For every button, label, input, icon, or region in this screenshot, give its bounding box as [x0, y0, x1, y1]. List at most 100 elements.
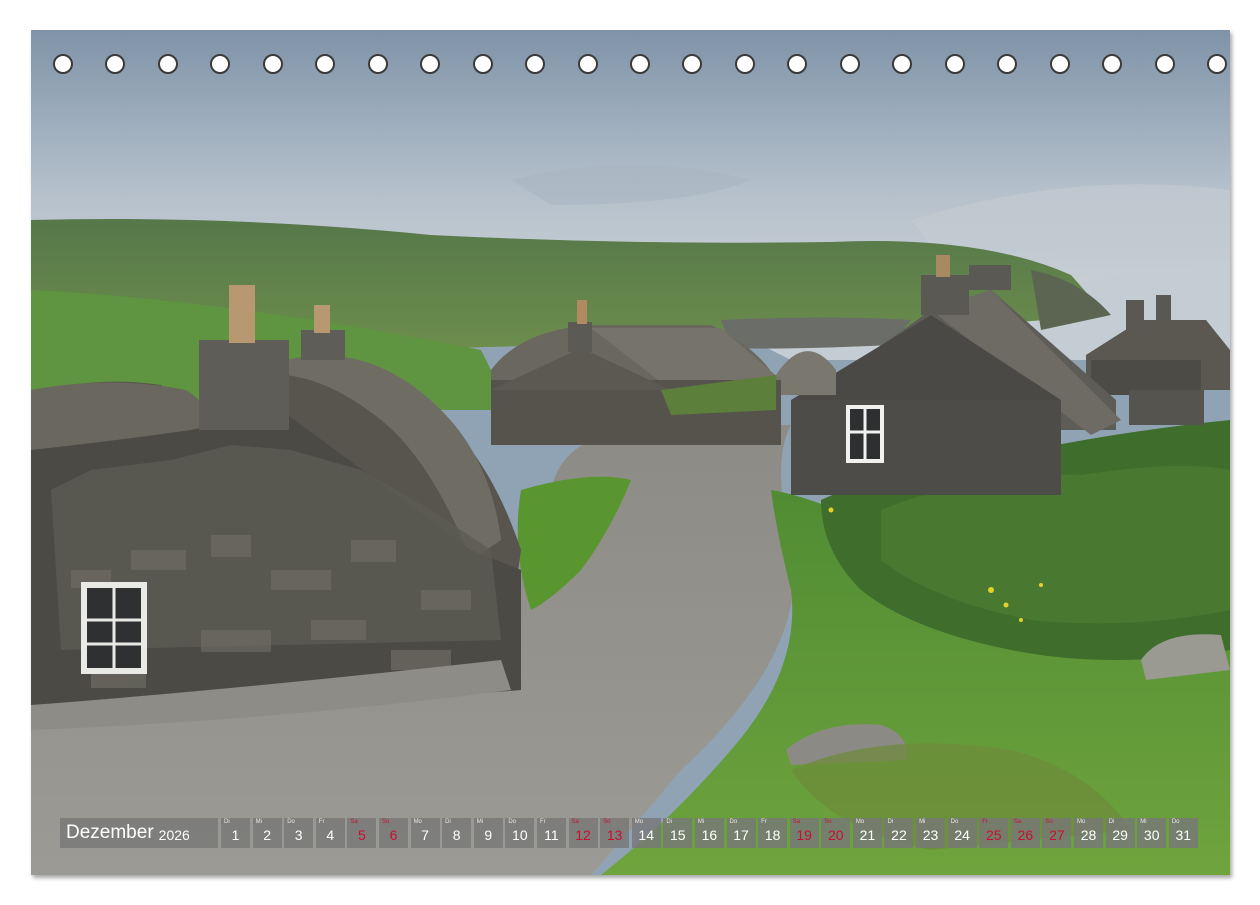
binding-hole: [472, 54, 493, 74]
day-cell: So 13: [600, 818, 630, 848]
binding-hole: [210, 54, 231, 74]
day-number: 18: [764, 827, 781, 843]
day-number: 31: [1175, 827, 1192, 843]
weekday-label: Sa: [1013, 819, 1022, 825]
binding-hole: [839, 54, 860, 74]
day-cell: Di 29: [1105, 818, 1135, 848]
weekday-label: So: [381, 819, 390, 825]
weekday-label: Mo: [1077, 819, 1086, 825]
day-number: 7: [421, 827, 429, 843]
binding-hole: [577, 54, 598, 74]
day-cells: Di 1 Mi 2 Do 3 Fr 4 Sa 5 So 6 Mo 7 Di 8 Mi 9 Do 10 Fr 11 Sa 12 S…: [221, 818, 1200, 848]
day-number: 19: [796, 827, 812, 843]
binding-hole: [53, 54, 73, 74]
weekday-label: Fr: [539, 819, 546, 825]
day-cell: So 6: [378, 818, 408, 848]
day-number: 20: [827, 827, 844, 843]
weekday-label: Mi: [476, 819, 484, 825]
binding-hole: [420, 54, 441, 74]
weekday-label: Sa: [350, 819, 358, 825]
weekday-label: Mo: [855, 819, 865, 825]
weekday-label: So: [1045, 819, 1053, 825]
day-cell: Do 10: [505, 818, 535, 848]
day-number: 4: [326, 827, 335, 843]
weekday-label: Fr: [318, 819, 325, 825]
day-number: 24: [954, 827, 970, 843]
weekday-label: So: [824, 819, 832, 825]
weekday-label: Di: [224, 819, 230, 825]
day-cell: Do 31: [1168, 818, 1198, 848]
day-cell: Di 22: [884, 818, 914, 848]
day-number: 17: [733, 827, 749, 843]
day-number: 5: [357, 827, 366, 843]
binding-hole: [1154, 54, 1175, 74]
month-label: Dezember 2026: [60, 818, 218, 848]
day-cell: Di 1: [221, 818, 250, 848]
binding-hole: [787, 54, 808, 74]
calendar-strip: Dezember 2026 Di 1 Mi 2 Do 3 Fr 4 Sa 5 So 6 Mo 7 Di 8 Mi…: [60, 818, 1200, 848]
binding-hole: [105, 54, 126, 74]
day-cell: Fr 11: [536, 818, 566, 848]
day-cell: Di 15: [663, 818, 693, 848]
day-cell: Mi 2: [252, 818, 282, 848]
day-number: 3: [294, 827, 303, 843]
day-cell: Mo 21: [852, 818, 882, 848]
calendar-page: Dezember 2026 Di 1 Mi 2 Do 3 Fr 4 Sa 5 So 6 Mo 7 Di 8 Mi…: [31, 30, 1230, 875]
binding-hole: [1207, 54, 1227, 74]
day-number: 16: [701, 827, 718, 843]
day-number: 13: [606, 827, 623, 843]
weekday-label: Mo: [413, 819, 422, 825]
day-cell: Mi 16: [694, 818, 724, 848]
binding-hole: [944, 54, 965, 74]
day-number: 2: [263, 827, 271, 843]
binding-hole: [734, 54, 755, 74]
day-cell: Sa 5: [347, 818, 377, 848]
binding-hole: [892, 54, 913, 74]
day-number: 25: [985, 827, 1002, 843]
weekday-label: Fr: [982, 819, 988, 825]
landscape-photo: [31, 30, 1230, 875]
binding-holes: [31, 54, 1230, 80]
binding-hole: [262, 54, 283, 74]
binding-hole: [315, 54, 336, 74]
day-cell: Sa 19: [789, 818, 819, 848]
day-cell: Fr 4: [315, 818, 345, 848]
day-number: 1: [231, 827, 240, 843]
weekday-label: Di: [1108, 819, 1115, 825]
weekday-label: Mi: [919, 819, 926, 825]
day-number: 12: [575, 827, 591, 843]
day-number: 26: [1017, 827, 1034, 843]
binding-hole: [1049, 54, 1070, 74]
day-number: 9: [484, 827, 493, 843]
weekday-label: Do: [1171, 819, 1180, 825]
binding-hole: [157, 54, 178, 74]
day-number: 10: [512, 827, 528, 843]
day-cell: Mi 23: [916, 818, 946, 848]
day-number: 8: [452, 827, 461, 843]
year: 2026: [158, 826, 190, 843]
weekday-label: Sa: [571, 819, 579, 825]
day-cell: Mo 7: [410, 818, 440, 848]
binding-hole: [997, 54, 1018, 74]
day-cell: Sa 12: [568, 818, 598, 848]
binding-hole: [630, 54, 650, 74]
day-number: 27: [1049, 827, 1065, 843]
weekday-label: Fr: [761, 819, 767, 825]
day-number: 29: [1112, 827, 1128, 843]
day-cell: Mo 28: [1074, 818, 1104, 848]
weekday-label: Di: [445, 819, 451, 825]
day-number: 6: [389, 827, 398, 843]
day-cell: Do 3: [284, 818, 314, 848]
weekday-label: Di: [887, 819, 894, 825]
day-number: 11: [544, 827, 559, 843]
day-cell: Sa 26: [1010, 818, 1040, 848]
day-number: 22: [891, 827, 907, 843]
weekday-label: Sa: [792, 819, 801, 825]
day-cell: So 20: [821, 818, 851, 848]
weekday-label: Mo: [634, 819, 644, 825]
day-number: 23: [922, 827, 939, 843]
binding-hole: [1102, 54, 1123, 74]
weekday-label: So: [603, 819, 611, 825]
day-number: 14: [638, 827, 654, 843]
weekday-label: Mi: [255, 819, 262, 825]
